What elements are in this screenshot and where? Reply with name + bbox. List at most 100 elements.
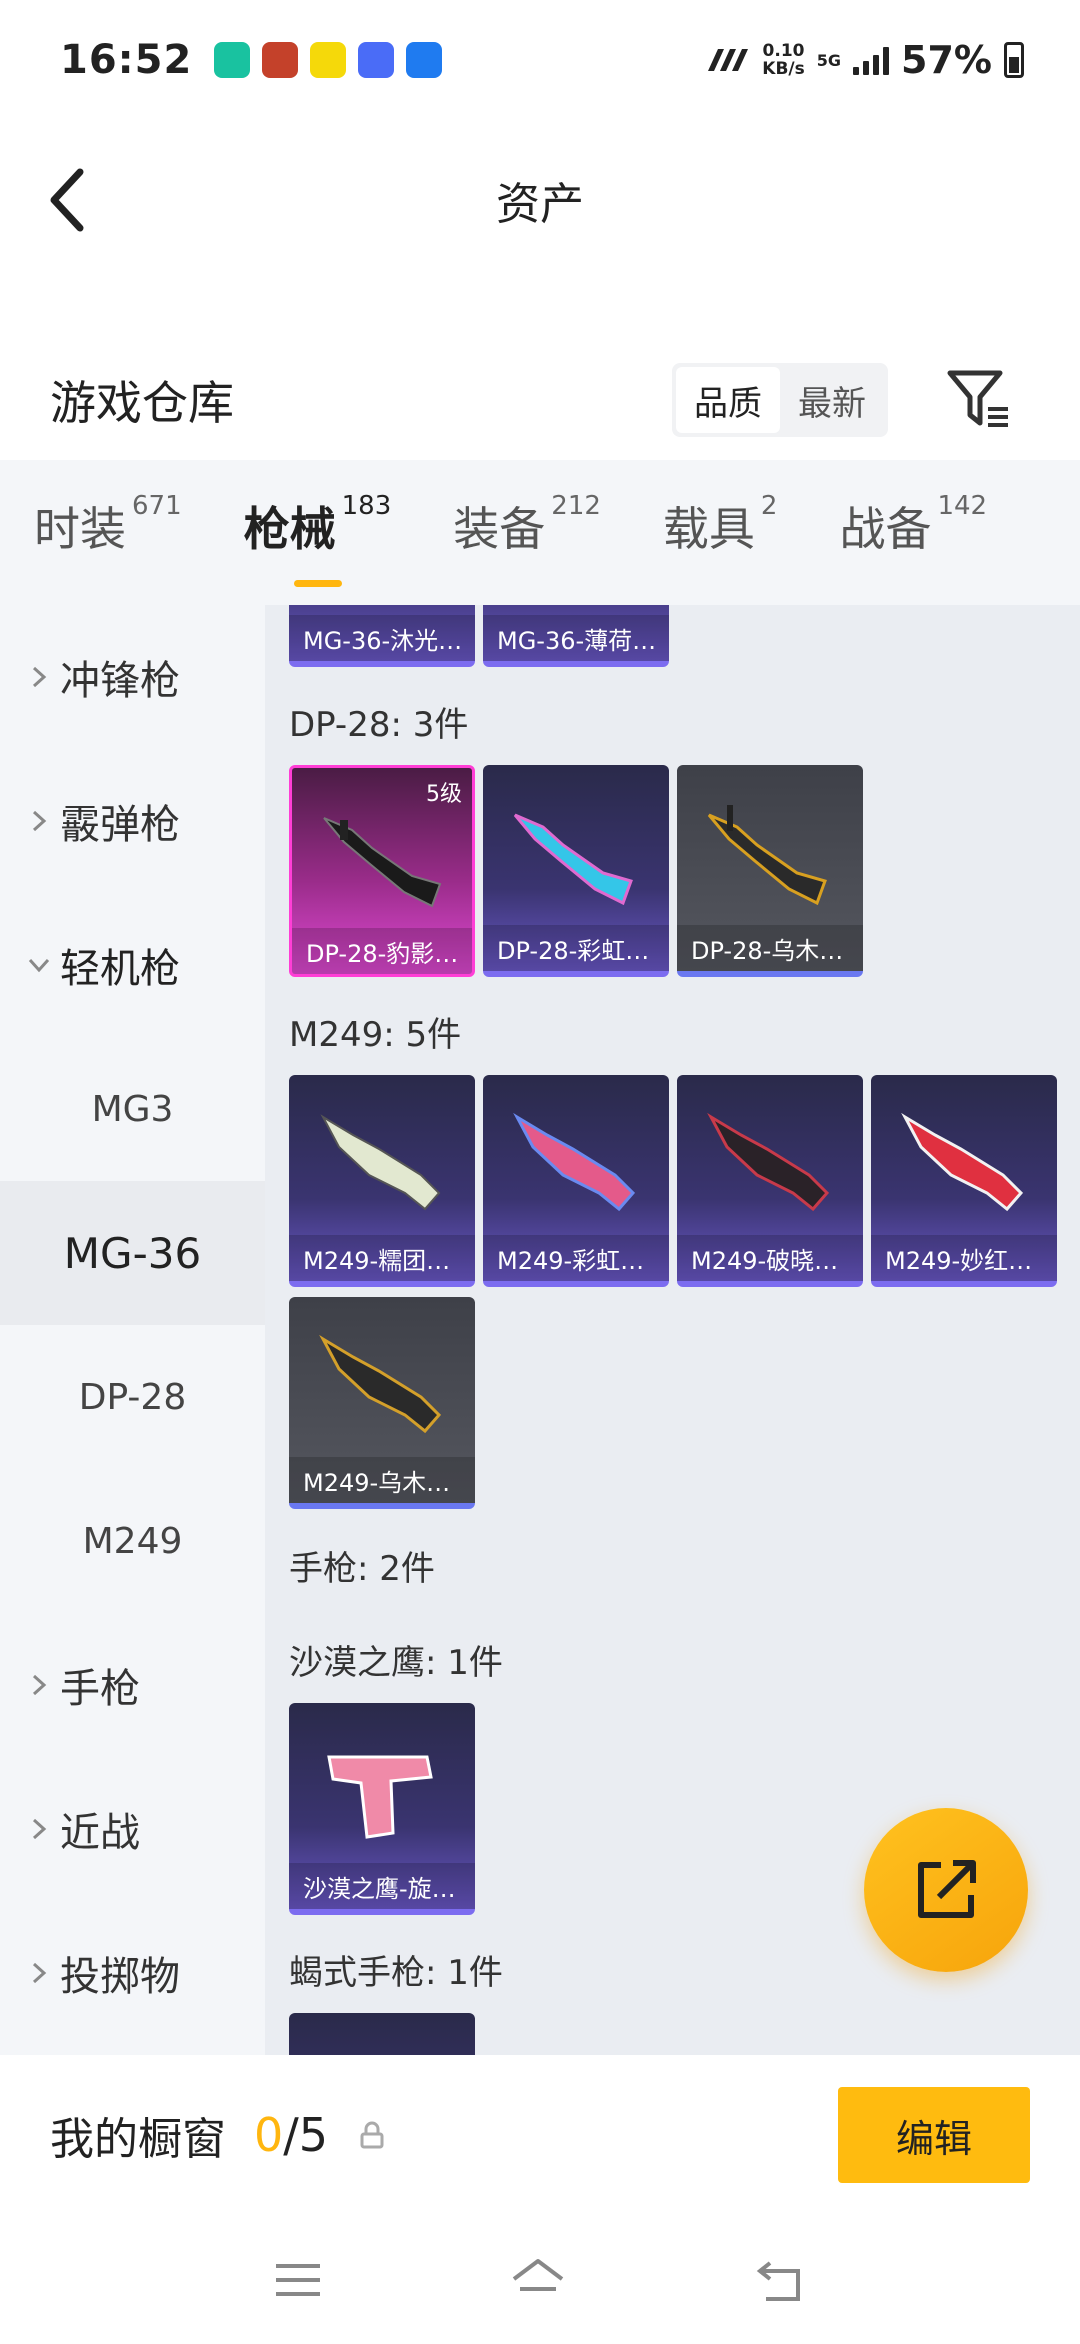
filter-icon[interactable] xyxy=(944,365,1014,435)
tab-count: 671 xyxy=(132,490,182,521)
sidebar-item-label: 轻机枪 xyxy=(60,946,180,992)
tab-firearms[interactable]: 枪械 183 xyxy=(243,490,392,587)
active-tab-indicator xyxy=(293,579,342,587)
status-indicators: 0.10 KB/s 5G 57% xyxy=(706,38,1024,82)
item-name: DP-28-乌木… xyxy=(677,925,863,971)
game-notification-icon xyxy=(262,42,299,78)
tab-label: 战备 xyxy=(839,501,932,556)
net-speed-unit: KB/s xyxy=(762,59,805,79)
item-card[interactable]: 5级 DP-28-豹影… xyxy=(289,765,475,977)
category-tabs: 时装 671 枪械 183 装备 212 载具 2 战备 142 xyxy=(0,460,1080,605)
sidebar-item-pistol[interactable]: 手枪 xyxy=(0,1613,265,1757)
item-name: M249-破晓… xyxy=(677,1235,863,1281)
warehouse-title: 游戏仓库 xyxy=(50,376,234,430)
battery-icon xyxy=(1004,42,1024,78)
item-card[interactable]: DP-28-乌木… xyxy=(677,765,863,977)
tab-label: 载具 xyxy=(662,501,755,556)
yellow-app-notification-icon xyxy=(310,42,347,78)
status-bar: 16:52 0.10 KB/s 5G 57% xyxy=(0,0,1080,120)
lmg-icon xyxy=(707,1112,830,1212)
tab-label: 时装 xyxy=(34,501,126,556)
sidebar-subitem-mg36[interactable]: MG-36 xyxy=(0,1181,265,1325)
sort-quality-button[interactable]: 品质 xyxy=(676,367,780,433)
tab-vehicles[interactable]: 载具 2 xyxy=(662,490,778,573)
share-button[interactable] xyxy=(864,1808,1028,1972)
item-card[interactable]: MG-36-沐光… xyxy=(289,605,475,667)
chevron-right-icon xyxy=(32,1962,47,1984)
item-card[interactable]: M249-彩虹… xyxy=(483,1075,669,1287)
sidebar-subitem-m249[interactable]: M249 xyxy=(0,1469,265,1613)
vivo-notification-icon xyxy=(358,42,395,78)
back-icon[interactable] xyxy=(752,2255,808,2305)
battery-percent: 57% xyxy=(901,38,992,82)
item-card[interactable]: 沙漠之鹰-旋… xyxy=(289,1703,475,1915)
sidebar-item-label: 手枪 xyxy=(60,1666,140,1712)
lmg-icon xyxy=(707,805,827,906)
sidebar-item-lmg[interactable]: 轻机枪 xyxy=(0,893,265,1037)
sidebar-item-throwable[interactable]: 投掷物 xyxy=(0,1901,265,2045)
showcase-current: 0 xyxy=(254,2108,284,2162)
chevron-right-icon xyxy=(32,1674,47,1696)
upload-notification-icon xyxy=(406,42,443,78)
sidebar-subitem-dp28[interactable]: DP-28 xyxy=(0,1325,265,1469)
item-name: 沙漠之鹰-旋… xyxy=(289,1863,475,1909)
sidebar-item-label: 投掷物 xyxy=(60,1954,180,2000)
item-card[interactable]: M249-破晓… xyxy=(677,1075,863,1287)
network-type: 5G xyxy=(816,50,842,70)
tab-count: 183 xyxy=(341,490,392,521)
app-notification-icon xyxy=(214,42,251,78)
tab-supplies[interactable]: 战备 142 xyxy=(839,490,988,573)
item-name: DP-28-彩虹… xyxy=(483,925,669,971)
item-name: MG-36-沐光… xyxy=(289,615,475,661)
chevron-right-icon xyxy=(32,810,47,832)
item-card[interactable]: M249-妙红… xyxy=(871,1075,1057,1287)
showcase-total: /5 xyxy=(283,2108,329,2162)
home-icon[interactable] xyxy=(508,2255,568,2305)
lmg-icon xyxy=(319,1334,442,1434)
showcase-count: 0/5 xyxy=(254,2108,328,2162)
item-card[interactable]: DP-28-彩虹… xyxy=(483,765,669,977)
section-title-scorpion: 蝎式手枪: 1件 xyxy=(289,1953,503,1993)
lock-icon xyxy=(360,2121,384,2149)
page-title: 资产 xyxy=(496,179,584,230)
item-card[interactable]: M249-乌木… xyxy=(289,1297,475,1509)
tab-fashion[interactable]: 时装 671 xyxy=(34,490,182,573)
item-name: M249-彩虹… xyxy=(483,1235,669,1281)
tab-equipment[interactable]: 装备 212 xyxy=(453,491,601,573)
section-title-dp28: DP-28: 3件 xyxy=(289,705,469,745)
external-link-icon xyxy=(918,1860,976,1918)
sidebar-item-label: 冲锋枪 xyxy=(60,658,180,704)
sidebar-item-label: 霰弹枪 xyxy=(60,802,180,848)
status-time: 16:52 xyxy=(60,37,193,83)
sort-toggle: 品质 最新 xyxy=(672,363,888,437)
warehouse-header: 游戏仓库 品质 最新 xyxy=(0,340,1080,460)
back-arrow-icon[interactable] xyxy=(40,160,110,240)
item-card[interactable]: M249-糯团… xyxy=(289,1075,475,1287)
item-name: M249-糯团… xyxy=(289,1235,475,1281)
tab-label: 枪械 xyxy=(243,501,336,556)
tab-label: 装备 xyxy=(453,501,546,556)
section-title-deagle: 沙漠之鹰: 1件 xyxy=(289,1643,503,1683)
item-card[interactable]: MG-36-薄荷… xyxy=(483,605,669,667)
chevron-right-icon xyxy=(32,1818,47,1840)
net-speed-value: 0.10 xyxy=(762,41,805,61)
tab-count: 2 xyxy=(760,490,778,521)
lmg-icon xyxy=(323,817,442,908)
sidebar-item-shotgun[interactable]: 霰弹枪 xyxy=(0,749,265,893)
system-nav-bar xyxy=(0,2215,1080,2344)
item-card[interactable] xyxy=(289,2013,475,2055)
sidebar-item-melee[interactable]: 近战 xyxy=(0,1757,265,1901)
notification-icons xyxy=(214,42,443,78)
showcase-bar: 我的橱窗 0/5 编辑 xyxy=(0,2055,1080,2215)
menu-icon[interactable] xyxy=(272,2260,324,2300)
sort-newest-button[interactable]: 最新 xyxy=(780,367,884,433)
pistol-icon xyxy=(327,1755,433,1839)
item-name: MG-36-薄荷… xyxy=(483,615,669,661)
tab-count: 142 xyxy=(937,490,988,521)
lmg-icon xyxy=(513,813,633,906)
edit-button[interactable]: 编辑 xyxy=(838,2087,1030,2183)
sidebar-subitem-mg3[interactable]: MG3 xyxy=(0,1037,265,1181)
nav-bar: 资产 xyxy=(0,130,1080,270)
section-title-pistol: 手枪: 2件 xyxy=(289,1549,435,1589)
sidebar-item-smg[interactable]: 冲锋枪 xyxy=(0,605,265,749)
